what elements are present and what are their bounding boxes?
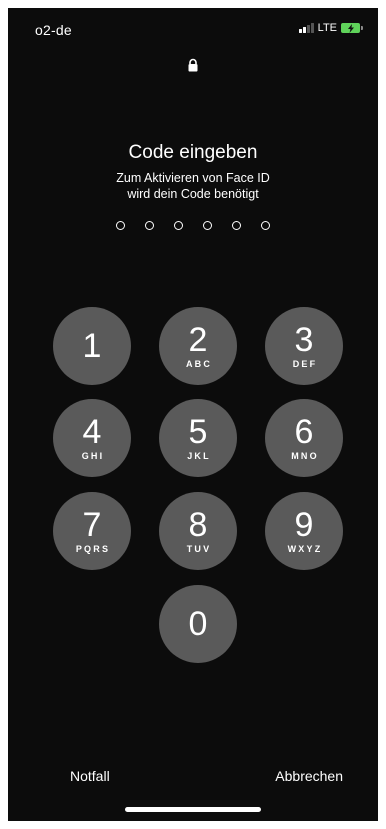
numeric-keypad: 1 2 ABC 3 DEF 4 GHI 5 JKL 6 MNO 7 PQRS 8…	[8, 8, 378, 821]
home-indicator[interactable]	[125, 807, 261, 812]
key-7[interactable]: 7 PQRS	[53, 492, 131, 570]
key-letters: JKL	[187, 451, 211, 461]
lock-screen: o2-de LTE Code eingeben Zum Aktivieren v…	[8, 8, 378, 821]
key-digit: 8	[188, 506, 208, 544]
key-5[interactable]: 5 JKL	[159, 399, 237, 477]
key-8[interactable]: 8 TUV	[159, 492, 237, 570]
key-digit: 1	[82, 327, 102, 365]
key-6[interactable]: 6 MNO	[265, 399, 343, 477]
key-letters: DEF	[292, 359, 318, 369]
key-digit: 0	[188, 605, 208, 643]
key-letters: WXYZ	[287, 544, 323, 554]
key-letters: GHI	[81, 451, 105, 461]
key-0[interactable]: 0	[159, 585, 237, 663]
key-4[interactable]: 4 GHI	[53, 399, 131, 477]
key-letters: ABC	[185, 359, 213, 369]
key-1[interactable]: 1	[53, 307, 131, 385]
key-3[interactable]: 3 DEF	[265, 307, 343, 385]
key-9[interactable]: 9 WXYZ	[265, 492, 343, 570]
key-digit: 9	[294, 506, 314, 544]
key-digit: 7	[82, 506, 102, 544]
key-letters: MNO	[291, 451, 319, 461]
key-digit: 5	[188, 413, 208, 451]
key-digit: 3	[294, 321, 314, 359]
key-digit: 2	[188, 321, 208, 359]
key-digit: 6	[294, 413, 314, 451]
key-letters: PQRS	[75, 544, 111, 554]
key-letters: TUV	[186, 544, 212, 554]
cancel-button[interactable]: Abbrechen	[275, 768, 343, 784]
key-digit: 4	[82, 413, 102, 451]
emergency-button[interactable]: Notfall	[70, 768, 110, 784]
key-2[interactable]: 2 ABC	[159, 307, 237, 385]
